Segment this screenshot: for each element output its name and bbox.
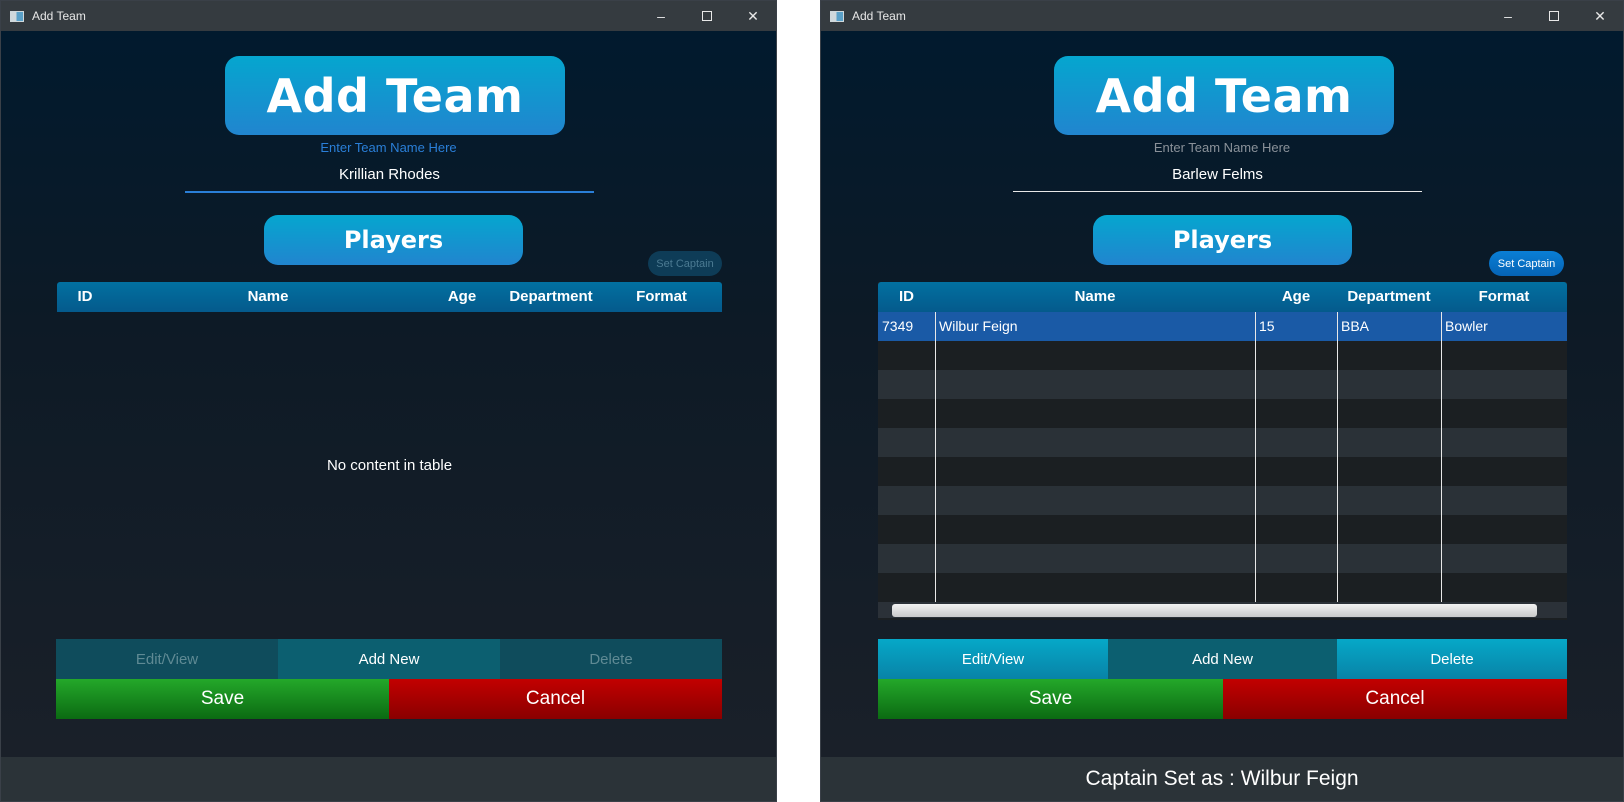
team-name-input[interactable] — [185, 160, 594, 188]
column-header-name[interactable]: Name — [935, 282, 1255, 312]
window-content: Add Team Enter Team Name Here Players Se… — [1, 31, 776, 759]
cell-format: Bowler — [1445, 318, 1488, 334]
table-row[interactable] — [878, 399, 1567, 428]
maximize-button[interactable] — [1531, 1, 1577, 31]
title-bar[interactable]: Add Team – ✕ — [1, 1, 776, 31]
table-header: ID Name Age Department Format — [878, 282, 1567, 312]
title-bar[interactable]: Add Team – ✕ — [821, 1, 1623, 31]
add-new-button[interactable]: Add New — [278, 639, 500, 680]
table-header: ID Name Age Department Format — [57, 282, 722, 312]
delete-button[interactable]: Delete — [1337, 639, 1567, 680]
table-row[interactable] — [878, 428, 1567, 457]
minimize-button[interactable]: – — [1485, 1, 1531, 31]
team-name-label: Enter Team Name Here — [320, 140, 457, 155]
status-bar — [1, 757, 776, 801]
players-header: Players — [1093, 215, 1352, 265]
table-row[interactable] — [878, 515, 1567, 544]
table-row[interactable] — [878, 486, 1567, 515]
add-team-window-right: Add Team – ✕ Add Team Enter Team Name He… — [820, 0, 1624, 802]
add-team-header: Add Team — [1054, 56, 1394, 135]
table-row[interactable] — [878, 457, 1567, 486]
column-header-age[interactable]: Age — [1255, 282, 1337, 312]
players-table[interactable]: ID Name Age Department Format No content… — [57, 282, 722, 612]
set-captain-button[interactable]: Set Captain — [1489, 251, 1564, 276]
cancel-button[interactable]: Cancel — [1223, 679, 1567, 719]
close-button[interactable]: ✕ — [730, 1, 776, 31]
window-title: Add Team — [32, 9, 86, 23]
scrollbar-thumb[interactable] — [892, 604, 1537, 617]
team-name-label: Enter Team Name Here — [1153, 140, 1291, 155]
table-row-selected[interactable]: 7349 Wilbur Feign 15 BBA Bowler — [878, 312, 1567, 341]
column-divider — [1441, 312, 1442, 604]
horizontal-scrollbar[interactable] — [878, 602, 1567, 618]
maximize-icon — [702, 11, 712, 21]
column-divider — [1255, 312, 1256, 604]
minimize-button[interactable]: – — [638, 1, 684, 31]
column-divider — [935, 312, 936, 604]
table-row[interactable] — [878, 544, 1567, 573]
column-header-format[interactable]: Format — [1441, 282, 1567, 312]
minimize-icon: – — [657, 8, 665, 24]
team-name-underline — [185, 191, 594, 193]
window-title: Add Team — [852, 9, 906, 23]
players-table[interactable]: ID Name Age Department Format 7349 Wilbu… — [878, 282, 1567, 620]
set-captain-button[interactable]: Set Captain — [648, 251, 722, 276]
close-button[interactable]: ✕ — [1577, 1, 1623, 31]
save-button[interactable]: Save — [878, 679, 1223, 719]
column-header-id[interactable]: ID — [57, 282, 113, 312]
column-divider — [1337, 312, 1338, 604]
column-header-age[interactable]: Age — [423, 282, 501, 312]
players-header: Players — [264, 215, 523, 265]
table-row[interactable] — [878, 341, 1567, 370]
table-row[interactable] — [878, 370, 1567, 399]
edit-view-button[interactable]: Edit/View — [878, 639, 1108, 680]
add-team-window-left: Add Team – ✕ Add Team Enter Team Name He… — [0, 0, 777, 802]
edit-view-button[interactable]: Edit/View — [56, 639, 278, 680]
window-content: Add Team Enter Team Name Here Players Se… — [821, 31, 1623, 759]
add-team-header: Add Team — [225, 56, 565, 135]
team-name-underline — [1013, 191, 1422, 192]
table-row[interactable] — [878, 573, 1567, 602]
cell-department: BBA — [1341, 318, 1370, 334]
team-name-input[interactable] — [1013, 160, 1422, 188]
cancel-button[interactable]: Cancel — [389, 679, 722, 719]
column-header-name[interactable]: Name — [113, 282, 423, 312]
column-header-id[interactable]: ID — [878, 282, 935, 312]
cell-id: 7349 — [882, 318, 914, 334]
delete-button[interactable]: Delete — [500, 639, 722, 680]
maximize-button[interactable] — [684, 1, 730, 31]
close-icon: ✕ — [747, 7, 759, 24]
minimize-icon: – — [1504, 8, 1512, 24]
app-icon — [10, 10, 24, 22]
empty-table-message: No content in table — [326, 457, 453, 474]
app-icon — [830, 10, 844, 22]
save-button[interactable]: Save — [56, 679, 389, 719]
column-header-department[interactable]: Department — [501, 282, 601, 312]
cell-name: Wilbur Feign — [939, 318, 1018, 334]
status-bar: Captain Set as : Wilbur Feign — [821, 757, 1623, 801]
column-header-department[interactable]: Department — [1337, 282, 1441, 312]
column-header-format[interactable]: Format — [601, 282, 722, 312]
cell-age: 15 — [1259, 318, 1275, 334]
close-icon: ✕ — [1594, 7, 1606, 24]
maximize-icon — [1549, 11, 1559, 21]
add-new-button[interactable]: Add New — [1108, 639, 1337, 680]
